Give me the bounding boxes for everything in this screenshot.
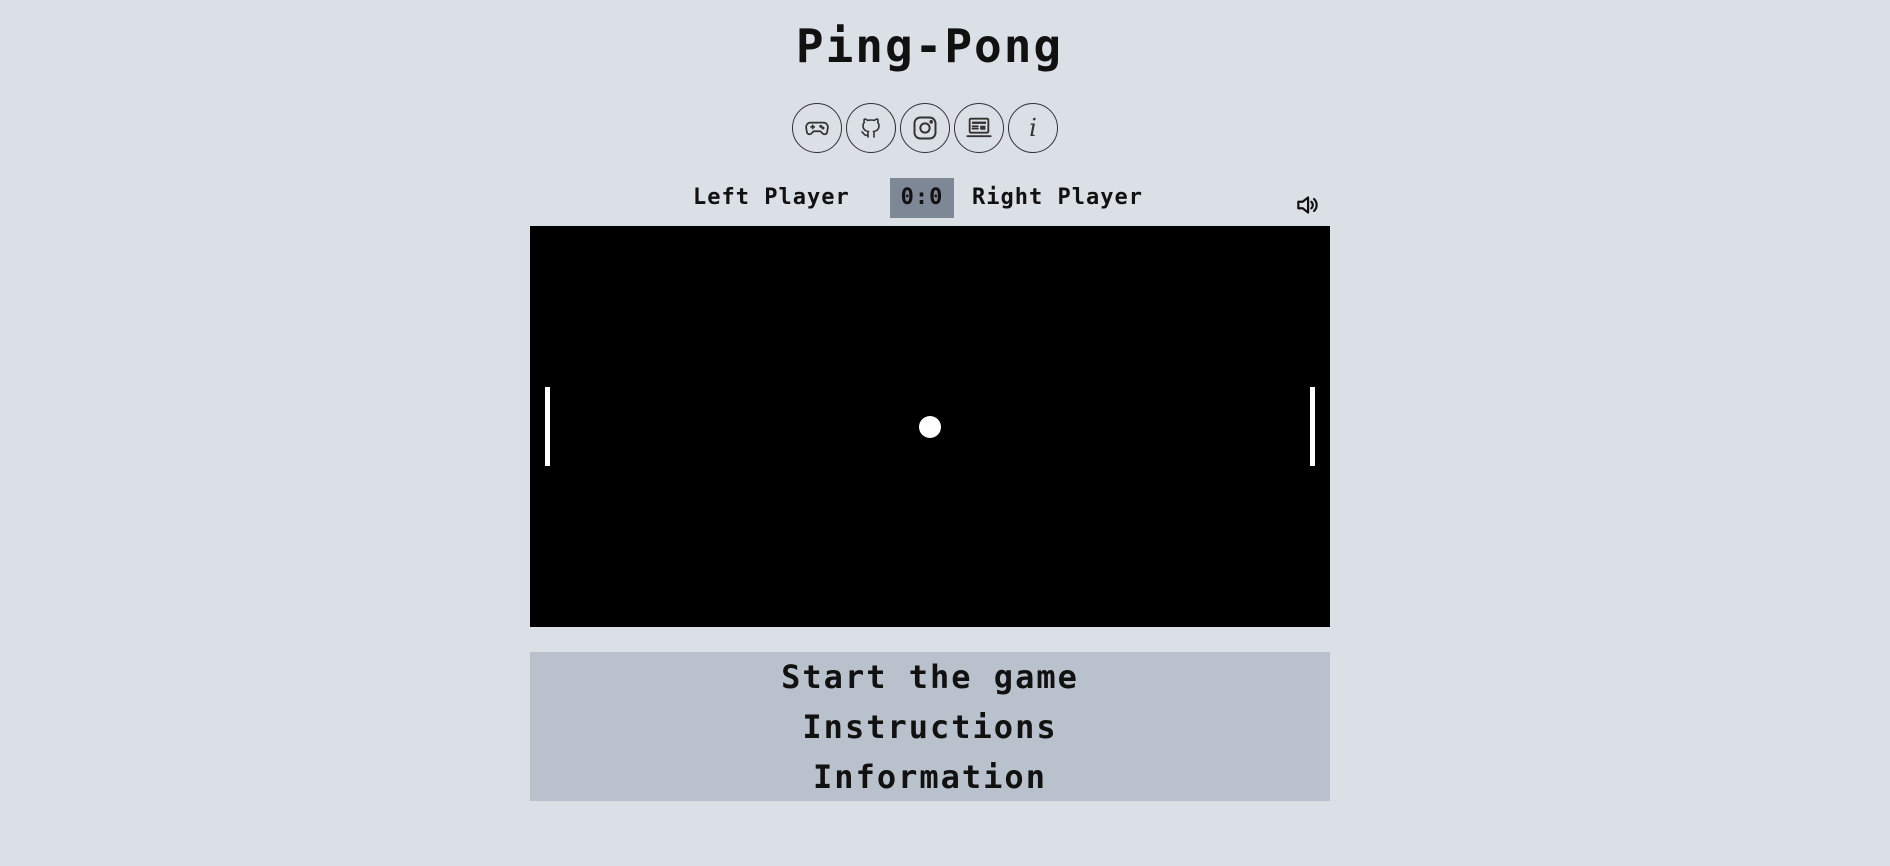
laptop-icon — [966, 117, 992, 138]
gamepad-icon — [805, 121, 829, 136]
left-player-label: Left Player — [693, 185, 850, 210]
social-links: i — [792, 103, 1058, 153]
sound-toggle-button[interactable] — [1292, 190, 1322, 220]
right-paddle — [1310, 387, 1315, 466]
left-paddle — [545, 387, 550, 466]
game-field — [545, 387, 1315, 466]
scoreboard: Left Player 0:0 Right Player — [0, 178, 1859, 218]
start-game-button[interactable]: Start the game — [781, 652, 1079, 702]
game-page: Ping-Pong i Left Player 0:0 Right Player… — [0, 0, 1890, 866]
instagram-icon — [913, 116, 937, 140]
github-icon — [861, 118, 880, 138]
information-button[interactable]: Information — [813, 752, 1047, 802]
github-button[interactable] — [846, 103, 896, 153]
main-menu: Start the game Instructions Information — [530, 652, 1330, 801]
instagram-button[interactable] — [900, 103, 950, 153]
speaker-volume-icon — [1297, 196, 1318, 214]
instructions-button[interactable]: Instructions — [802, 702, 1057, 752]
info-button[interactable]: i — [1008, 103, 1058, 153]
ball — [919, 416, 941, 438]
game-canvas[interactable] — [530, 226, 1330, 627]
info-icon: i — [1029, 114, 1037, 142]
right-player-label: Right Player — [972, 185, 1143, 210]
score-display: 0:0 — [890, 178, 954, 218]
gamepad-button[interactable] — [792, 103, 842, 153]
laptop-button[interactable] — [954, 103, 1004, 153]
page-title: Ping-Pong — [795, 19, 1064, 73]
